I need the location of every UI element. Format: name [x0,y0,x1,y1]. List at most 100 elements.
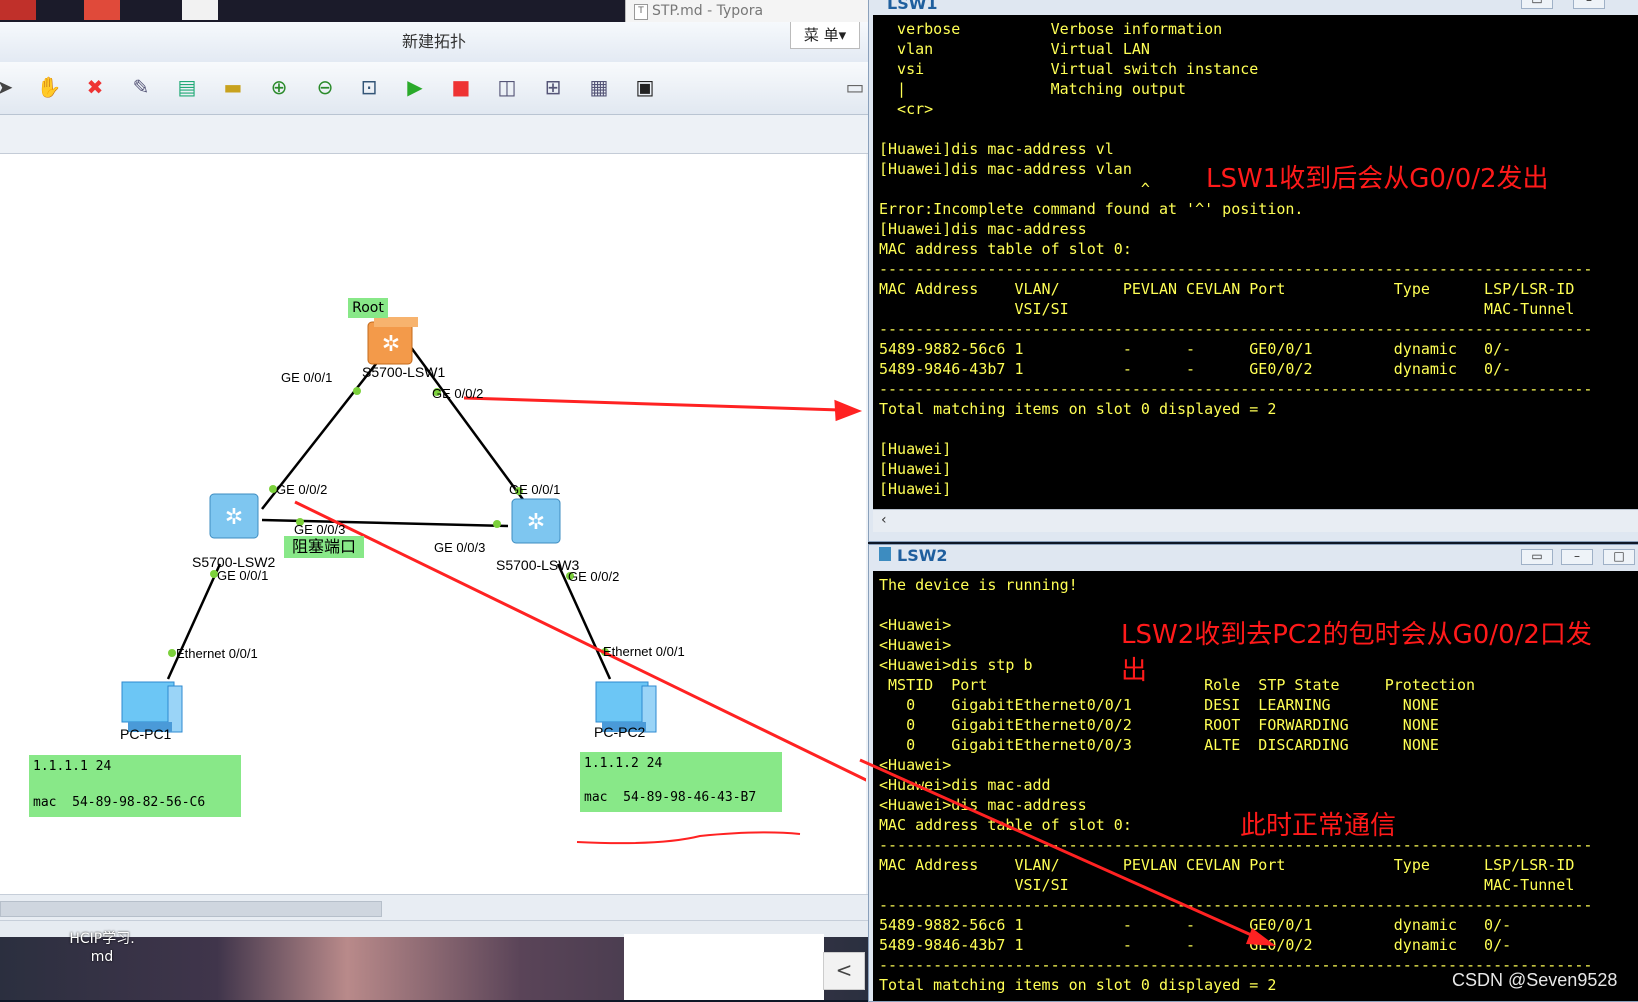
terminal-line: <Huawei>dis mac-add [879,776,1051,794]
lsw2-annotation-line1: LSW2收到去PC2的包时会从G0/0/2口发 [1121,620,1592,650]
lsw1-window-title: LSW1 [887,0,938,13]
stop-icon[interactable]: ■ [448,74,474,100]
ensp-title: 新建拓扑 [0,22,868,62]
blocked-port-label: 阻塞端口 [284,536,364,558]
port-label: GE 0/0/2 [568,569,620,584]
table-icon[interactable]: ▦ [586,74,612,100]
lsw3-switch-icon: ✲ [511,498,561,544]
topology-icon[interactable]: ⊞ [540,74,566,100]
typora-tab-label: STP.md - Typora [652,3,764,19]
port-label: GE 0/0/1 [509,482,561,497]
minimize-button[interactable]: – [1561,549,1593,565]
lsw1-terminal[interactable]: verbose Verbose information vlan Virtual… [873,15,1638,509]
arrow-head [834,399,863,422]
mac-underline [576,831,801,845]
desktop-app-icon[interactable] [0,0,36,20]
terminal-line: ----------------------------------------… [879,320,1593,338]
typora-taskbar-tab[interactable]: T STP.md - Typora [625,0,869,22]
pc1-icon [121,681,183,733]
terminal-line: vlan Virtual LAN [879,40,1150,58]
terminal-line: 5489-9846-43b7 1 - - GE0/0/2 dynamic 0/- [879,360,1512,378]
lsw2-window-icon [879,547,891,561]
zoom-in-icon[interactable]: ⊕ [266,74,292,100]
terminal-line: 5489-9882-56c6 1 - - GE0/0/1 dynamic 0/- [879,916,1512,934]
restore-button[interactable]: ▭ [1521,0,1553,9]
lsw2-window: LSW2 ▭ – □ The device is running! <Huawei… [868,544,1638,1002]
terminal-line: ----------------------------------------… [879,836,1593,854]
capture-icon[interactable]: ◫ [494,74,520,100]
horizontal-scrollbar[interactable] [0,894,868,921]
scroll-left-icon[interactable]: ‹ [881,512,887,528]
annotation-arrow-lsw2 [294,500,866,782]
text-icon[interactable]: ▤ [174,74,200,100]
restore-button[interactable]: ▭ [1521,549,1553,565]
pc1-ip: 1.1.1.1 24 [33,759,112,774]
terminal-line: vsi Virtual switch instance [879,60,1259,78]
terminal-line: 0 GigabitEthernet0/0/1 DESI LEARNING NON… [879,696,1439,714]
lsw1-label: S5700-LSW1 [362,364,446,380]
terminal-line: MAC address table of slot 0: [879,816,1132,834]
port-label: GE 0/0/1 [217,568,269,583]
port-dot [353,387,361,395]
toolbar-ribbon [0,115,868,154]
terminal-line: <Huawei> [879,756,952,774]
minimize-button[interactable]: – [1573,0,1605,9]
terminal-line: MAC address table of slot 0: [879,240,1132,258]
scrollbar-thumb[interactable] [0,901,382,917]
pc1-mac: mac 54-89-98-82-56-C6 [33,795,206,810]
terminal-line: ----------------------------------------… [879,380,1593,398]
zoom-out-icon[interactable]: ⊖ [312,74,338,100]
root-label: Root [348,298,388,318]
terminal-line: Error:Incomplete command found at '^' po… [879,200,1304,218]
console-icon[interactable]: ▣ [632,74,658,100]
terminal-line: MSTID Port Role STP State Protection [879,676,1476,694]
edit-icon[interactable]: ✎ [128,74,154,100]
lsw1-window: LSW1 ▭ – verbose Verbose information vla… [868,0,1638,542]
port-label: GE 0/0/1 [281,370,333,385]
desktop-file-label[interactable]: HCIP学习. md [62,930,142,966]
terminal-line: verbose Verbose information [879,20,1223,38]
terminal-line: MAC Address VLAN/ PEVLAN CEVLAN Port Typ… [879,280,1575,298]
pdf-file-icon[interactable] [84,0,120,20]
delete-icon[interactable]: ✖ [82,74,108,100]
menu-button[interactable]: 菜 单▾ [790,22,860,49]
pointer-icon[interactable]: ➤ [0,74,18,100]
terminal-line: Total matching items on slot 0 displayed… [879,400,1277,418]
link-lsw2-pc1 [166,563,222,680]
terminal-line: [Huawei]dis mac-address vl [879,140,1114,158]
terminal-line: <Huawei>dis mac-address [879,796,1087,814]
lsw3-label: S5700-LSW3 [496,557,580,573]
port-dot [168,649,176,657]
typora-icon: T [634,4,648,20]
hand-icon[interactable]: ✋ [36,74,62,100]
lsw1-annotation: LSW1收到后会从G0/0/2发出 [1206,164,1549,194]
start-icon[interactable]: ▶ [402,74,428,100]
lsw1-hscrollbar[interactable]: ‹ [873,509,1638,532]
back-arrow-button[interactable]: < [823,952,865,990]
terminal-line: <cr> [879,100,934,118]
terminal-line: 0 GigabitEthernet0/0/3 ALTE DISCARDING N… [879,736,1439,754]
white-panel [624,934,824,1000]
port-label: GE 0/0/2 [276,482,328,497]
rectangle-icon[interactable]: ▬ [220,74,246,100]
terminal-line: ----------------------------------------… [879,260,1593,278]
pc2-info-box: 1.1.1.2 24 mac 54-89-98-46-43-B7 [580,752,782,812]
terminal-line: | Matching output [879,80,1187,98]
terminal-line: The device is running! [879,576,1078,594]
chat-icon[interactable]: ▭ [842,74,868,100]
annotation-arrow-lsw1 [463,396,841,412]
document-file-icon[interactable] [182,0,218,20]
terminal-line: [Huawei] [879,440,952,458]
lsw2-annotation-line2: 出 [1121,656,1148,686]
fit-icon[interactable]: ⊡ [356,74,382,100]
terminal-line: MAC Address VLAN/ PEVLAN CEVLAN Port Typ… [879,856,1575,874]
topology-canvas[interactable]: ✲ ✲ ✲ Root S5700-LSW1 GE 0/0/1 GE 0/0/2 … [0,154,866,894]
terminal-line: VSI/SI MAC-Tunnel [879,300,1575,318]
maximize-button[interactable]: □ [1603,549,1635,565]
port-dot [493,520,501,528]
terminal-line: [Huawei] [879,460,952,478]
terminal-line: 0 GigabitEthernet0/0/2 ROOT FORWARDING N… [879,716,1439,734]
